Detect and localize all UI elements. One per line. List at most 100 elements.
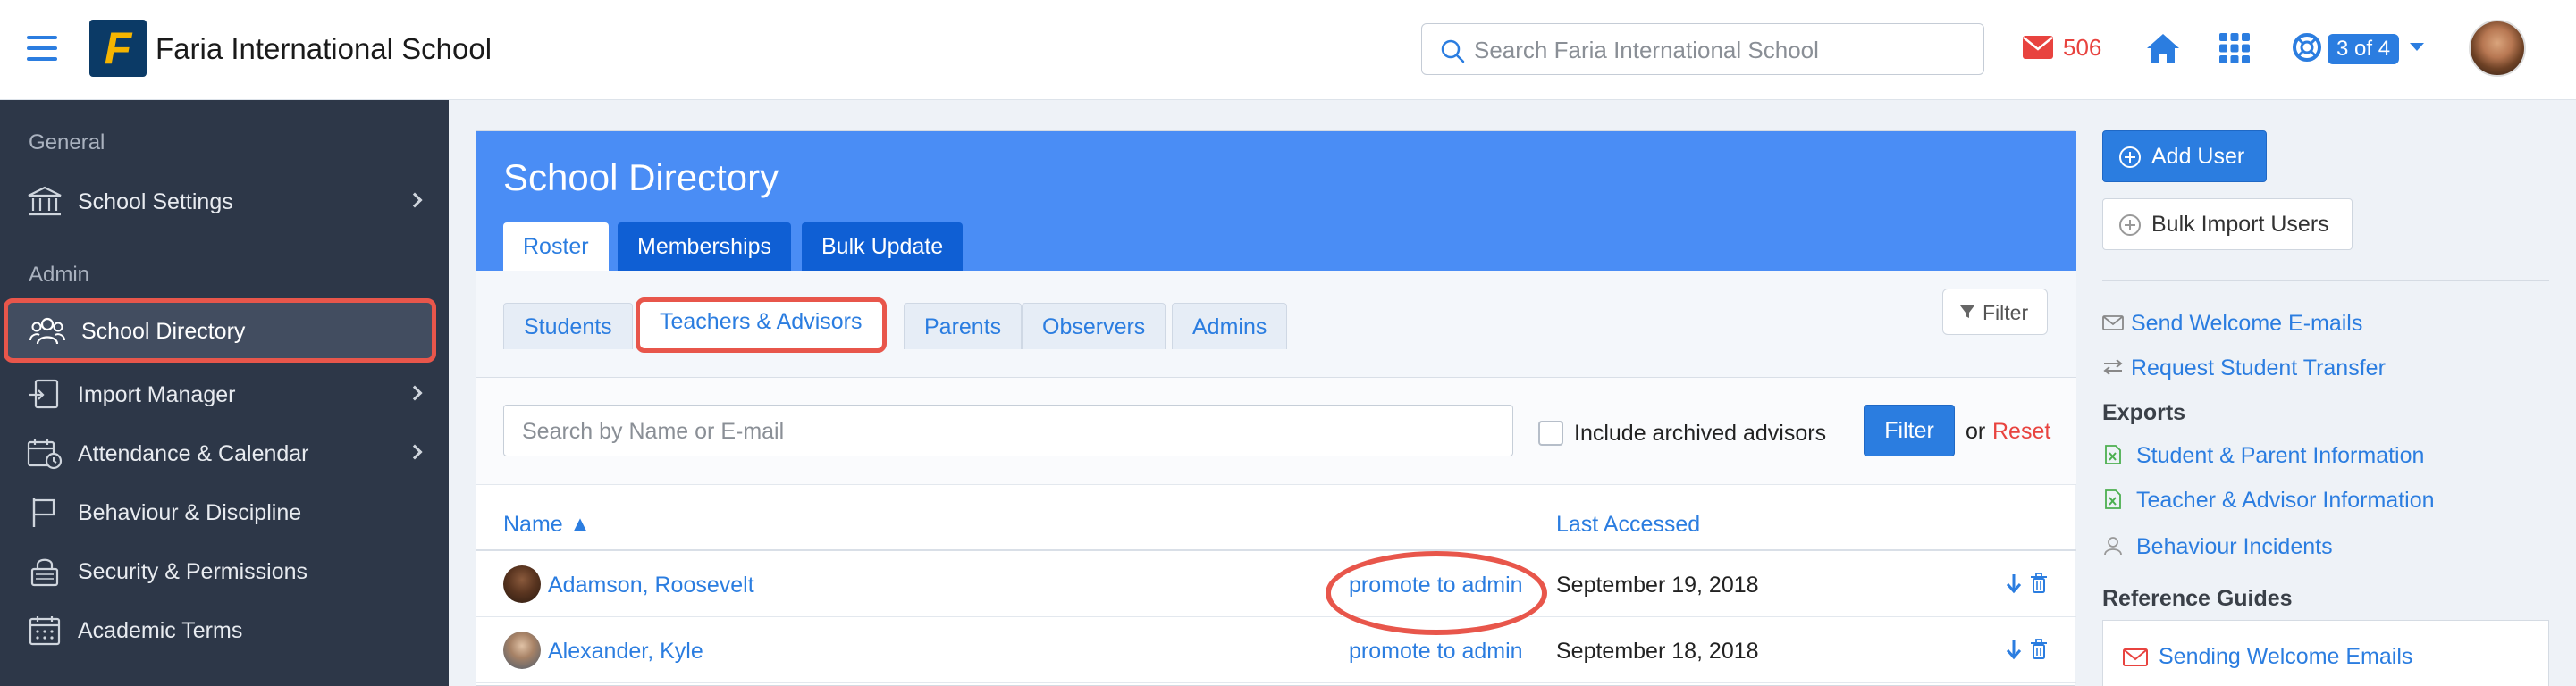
global-search-input[interactable] — [1474, 33, 1974, 67]
top-header: F Faria International School 506 3 of 4 — [0, 0, 2576, 100]
teacher-name-link[interactable]: Adamson, Roosevelt — [548, 573, 754, 598]
sidebar-item-school-settings[interactable]: School Settings — [0, 175, 449, 229]
sidebar-item-label: Security & Permissions — [78, 559, 308, 584]
filter-button[interactable]: Filter — [1864, 405, 1955, 456]
transfer-arrows-icon — [2103, 359, 2123, 375]
reset-link[interactable]: Reset — [1992, 419, 2050, 445]
export-label: Teacher & Advisor Information — [2136, 488, 2435, 513]
name-search-input[interactable] — [522, 414, 1496, 448]
tab-memberships[interactable]: Memberships — [618, 222, 792, 271]
envelope-icon — [2102, 315, 2124, 330]
school-logo[interactable]: F — [89, 20, 147, 77]
global-search[interactable] — [1421, 23, 1984, 75]
sidebar-item-label: School Directory — [81, 319, 246, 344]
divider — [2102, 280, 2549, 281]
search-row: Include archived advisors Filter or Rese… — [476, 378, 2076, 485]
envelope-icon — [2123, 648, 2148, 666]
import-icon — [29, 379, 59, 409]
search-icon — [1441, 39, 1465, 63]
export-label: Behaviour Incidents — [2136, 534, 2333, 559]
arrow-down-icon[interactable] — [2005, 573, 2023, 594]
chevron-right-icon — [407, 444, 423, 460]
filter-icon — [1960, 305, 1974, 318]
subtab-parents[interactable]: Parents — [904, 303, 1023, 349]
sidebar-item-behaviour-discipline[interactable]: Behaviour & Discipline — [0, 486, 449, 540]
excel-file-icon — [2105, 445, 2121, 464]
apps-grid-icon[interactable] — [2218, 32, 2251, 64]
sidebar-section-general: General — [29, 130, 105, 155]
table-header: Name ▲ Last Accessed — [476, 485, 2076, 551]
avatar — [503, 565, 541, 603]
sidebar-item-label: Academic Terms — [78, 618, 243, 643]
column-last-accessed[interactable]: Last Accessed — [1556, 512, 1700, 538]
sidebar-item-label: Import Manager — [78, 382, 236, 407]
trash-icon[interactable] — [2030, 573, 2048, 594]
add-user-label: Add User — [2151, 144, 2245, 169]
tab-bulk-update[interactable]: Bulk Update — [802, 222, 964, 271]
bulk-import-users-button[interactable]: Bulk Import Users — [2102, 198, 2353, 250]
sidebar-item-label: School Settings — [78, 189, 233, 214]
lifebuoy-icon[interactable] — [2292, 32, 2322, 63]
sidebar-item-attendance-calendar[interactable]: Attendance & Calendar — [0, 427, 449, 481]
promote-to-admin-link[interactable]: promote to admin — [1349, 639, 1523, 665]
or-text: or — [1966, 419, 1986, 444]
trash-icon[interactable] — [2030, 639, 2048, 660]
help-progress-badge[interactable]: 3 of 4 — [2328, 34, 2400, 64]
user-avatar[interactable] — [2469, 20, 2526, 77]
sidebar-item-academic-terms[interactable]: Academic Terms — [0, 604, 449, 657]
include-archived-checkbox[interactable] — [1538, 421, 1563, 446]
app-title[interactable]: Faria International School — [156, 32, 492, 66]
calendar-icon — [29, 616, 61, 646]
subtab-admins[interactable]: Admins — [1172, 303, 1288, 349]
calendar-clock-icon — [27, 439, 63, 470]
sidebar-item-security-permissions[interactable]: Security & Permissions — [0, 545, 449, 598]
chevron-down-icon[interactable] — [2410, 43, 2424, 51]
sidebar-item-school-directory[interactable]: School Directory — [4, 298, 436, 363]
sidebar-item-label: Attendance & Calendar — [78, 441, 309, 466]
reference-guide-card[interactable]: Sending Welcome Emails — [2102, 620, 2549, 686]
page-title: School Directory — [503, 156, 779, 198]
request-transfer-label: Request Student Transfer — [2131, 356, 2386, 381]
promote-to-admin-link[interactable]: promote to admin — [1349, 573, 1523, 598]
mail-icon[interactable] — [2022, 34, 2054, 61]
reference-guide-label: Sending Welcome Emails — [2159, 644, 2413, 669]
mail-count[interactable]: 506 — [2063, 34, 2101, 62]
subtab-students[interactable]: Students — [503, 303, 633, 349]
excel-file-icon — [2105, 489, 2121, 509]
arrow-down-icon[interactable] — [2005, 639, 2023, 660]
flag-icon — [32, 498, 55, 527]
last-accessed-value: September 19, 2018 — [1556, 573, 1759, 598]
plus-circle-icon — [2119, 146, 2141, 168]
chevron-right-icon — [407, 385, 423, 401]
users-icon — [29, 317, 65, 345]
chevron-right-icon — [407, 192, 423, 208]
table-row: Alexander, Kyle promote to admin Septemb… — [476, 617, 2076, 683]
tab-roster[interactable]: Roster — [503, 222, 609, 271]
subtabs-bar: Students Teachers & Advisors Parents Obs… — [476, 271, 2076, 378]
logo-letter: F — [104, 23, 132, 73]
subtab-observers[interactable]: Observers — [1022, 303, 1166, 349]
add-user-button[interactable]: Add User — [2102, 130, 2267, 182]
send-welcome-label: Send Welcome E-mails — [2131, 311, 2363, 336]
last-accessed-value: September 18, 2018 — [1556, 639, 1759, 664]
table-row: Adamson, Roosevelt promote to admin Sept… — [476, 551, 2076, 635]
avatar — [503, 632, 541, 669]
teacher-name-link[interactable]: Alexander, Kyle — [548, 639, 703, 665]
filter-toggle-button[interactable]: Filter — [1942, 289, 2048, 335]
column-name-sort[interactable]: Name ▲ — [503, 512, 591, 538]
include-archived-label[interactable]: Include archived advisors — [1574, 421, 1826, 447]
bank-icon — [28, 186, 62, 216]
bulk-import-label: Bulk Import Users — [2151, 212, 2329, 237]
export-label: Student & Parent Information — [2136, 443, 2425, 468]
name-search-box[interactable] — [503, 405, 1513, 456]
menu-icon[interactable] — [27, 36, 57, 61]
sidebar-section-admin: Admin — [29, 263, 90, 287]
sidebar-item-import-manager[interactable]: Import Manager — [0, 368, 449, 422]
filter-toggle-label: Filter — [1983, 301, 2029, 324]
subtab-teachers-advisors[interactable]: Teachers & Advisors — [636, 297, 887, 353]
user-icon — [2104, 537, 2122, 556]
exports-heading: Exports — [2102, 400, 2186, 425]
right-actions-column: Add User Bulk Import Users Send Welcome … — [2102, 100, 2549, 686]
home-icon[interactable] — [2145, 32, 2181, 64]
sidebar: General School Settings Admin School Dir… — [0, 100, 449, 686]
